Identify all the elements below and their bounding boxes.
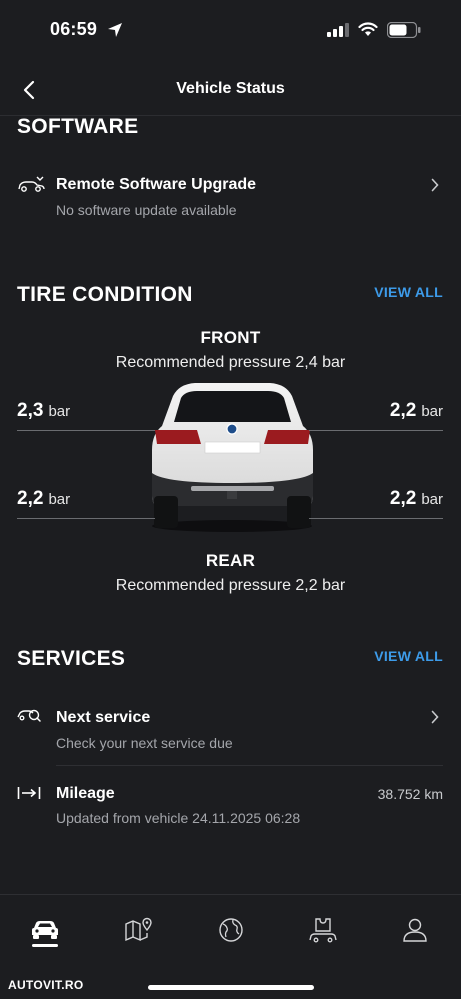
front-left-divider [17, 430, 155, 431]
rear-left-pressure-value: 2,2 [17, 488, 44, 509]
active-tab-indicator [32, 944, 58, 947]
home-indicator[interactable] [148, 985, 314, 990]
rear-recommended-pressure: Recommended pressure 2,2 bar [115, 577, 346, 594]
mileage-icon [17, 787, 41, 799]
rear-left-divider [17, 518, 155, 519]
rear-right-divider [309, 518, 443, 519]
wifi-icon [358, 22, 378, 36]
rear-label: REAR [205, 551, 256, 570]
tire-condition-section-title: TIRE CONDITION [17, 283, 193, 306]
battery-icon [387, 22, 421, 38]
remote-software-upgrade-status: No software update available [56, 202, 237, 218]
rear-right-pressure-value: 2,2 [389, 488, 417, 509]
rear-left-pressure-unit: bar [48, 491, 71, 508]
car-icon [32, 921, 58, 939]
tab-shop[interactable] [298, 913, 348, 947]
next-service-title: Next service [56, 709, 151, 726]
next-service-subtitle: Check your next service due [56, 735, 233, 751]
status-bar: 06:59 [0, 0, 461, 62]
front-right-pressure: 2,2 bar [390, 400, 443, 422]
globe-icon [219, 918, 243, 942]
tab-vehicle[interactable] [20, 913, 70, 947]
rear-right-pressure: 2,2 bar [390, 488, 443, 510]
mileage-updated-text: Updated from vehicle 24.11.2025 06:28 [56, 810, 301, 826]
front-label: FRONT [200, 328, 261, 347]
vehicle-rear-image [152, 383, 313, 532]
mileage-value: 38.752 km [377, 786, 443, 802]
nav-bar: Vehicle Status [0, 62, 461, 116]
front-tire-header: FRONT Recommended pressure 2,4 bar [0, 328, 461, 372]
services-view-all-link[interactable]: VIEW ALL [374, 648, 443, 664]
software-section-title: SOFTWARE [17, 115, 139, 138]
page-title: Vehicle Status [176, 80, 285, 97]
front-recommended-pressure: Recommended pressure 2,4 bar [115, 354, 346, 371]
chevron-right-icon [431, 178, 439, 192]
chevron-right-icon [431, 710, 439, 724]
front-right-pressure-unit: bar [421, 403, 443, 420]
services-section-title: SERVICES [17, 647, 126, 670]
cellular-signal-icon [327, 23, 349, 37]
front-left-pressure: 2,3 bar [17, 400, 70, 422]
rear-right-pressure-unit: bar [421, 491, 443, 508]
mileage-row: Mileage Updated from vehicle 24.11.2025 … [0, 773, 461, 833]
services-divider [56, 765, 443, 766]
front-right-divider [309, 430, 443, 431]
front-right-pressure-value: 2,2 [389, 400, 417, 421]
remote-software-upgrade-row[interactable]: Remote Software Upgrade No software upda… [0, 166, 461, 226]
profile-icon [403, 918, 427, 942]
mileage-title: Mileage [56, 785, 115, 802]
service-car-icon [17, 709, 41, 722]
car-update-icon [18, 176, 45, 192]
status-time: 06:59 [50, 19, 98, 39]
front-left-pressure-unit: bar [48, 403, 71, 420]
car-service-icon [309, 918, 337, 943]
location-arrow-icon [108, 23, 122, 37]
next-service-row[interactable]: Next service Check your next service due [0, 697, 461, 759]
tire-view-all-link[interactable]: VIEW ALL [374, 284, 443, 300]
map-icon [125, 917, 152, 942]
tab-map[interactable] [114, 913, 164, 947]
tab-explore[interactable] [206, 913, 256, 947]
front-left-pressure-value: 2,3 [17, 400, 44, 421]
watermark-logo: AUTOVIT.RO [8, 978, 84, 992]
remote-software-upgrade-title: Remote Software Upgrade [56, 176, 257, 193]
rear-tire-header: REAR Recommended pressure 2,2 bar [0, 551, 461, 595]
tab-profile[interactable] [390, 913, 440, 947]
rear-left-pressure: 2,2 bar [17, 488, 70, 510]
